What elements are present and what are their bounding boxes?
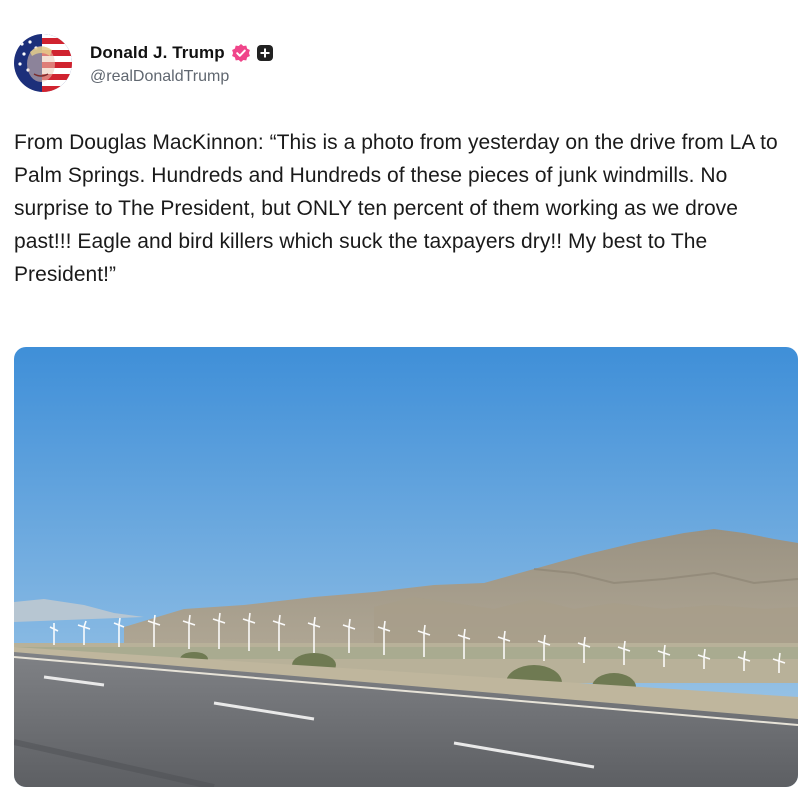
post-header: Donald J. Trump @realDonaldTrump (14, 32, 274, 94)
plus-badge-icon (256, 44, 274, 62)
post-card: Donald J. Trump @realDonaldTrump From Do… (0, 0, 800, 790)
verified-badge-icon (231, 43, 251, 63)
avatar-image (14, 34, 72, 92)
post-media-photo[interactable] (14, 347, 798, 787)
author-name[interactable]: Donald J. Trump (90, 43, 225, 63)
author-handle[interactable]: @realDonaldTrump (90, 68, 274, 86)
avatar[interactable] (14, 34, 72, 92)
post-body-text: From Douglas MacKinnon: “This is a photo… (14, 131, 778, 286)
wind-turbine-field-photo (14, 347, 798, 787)
